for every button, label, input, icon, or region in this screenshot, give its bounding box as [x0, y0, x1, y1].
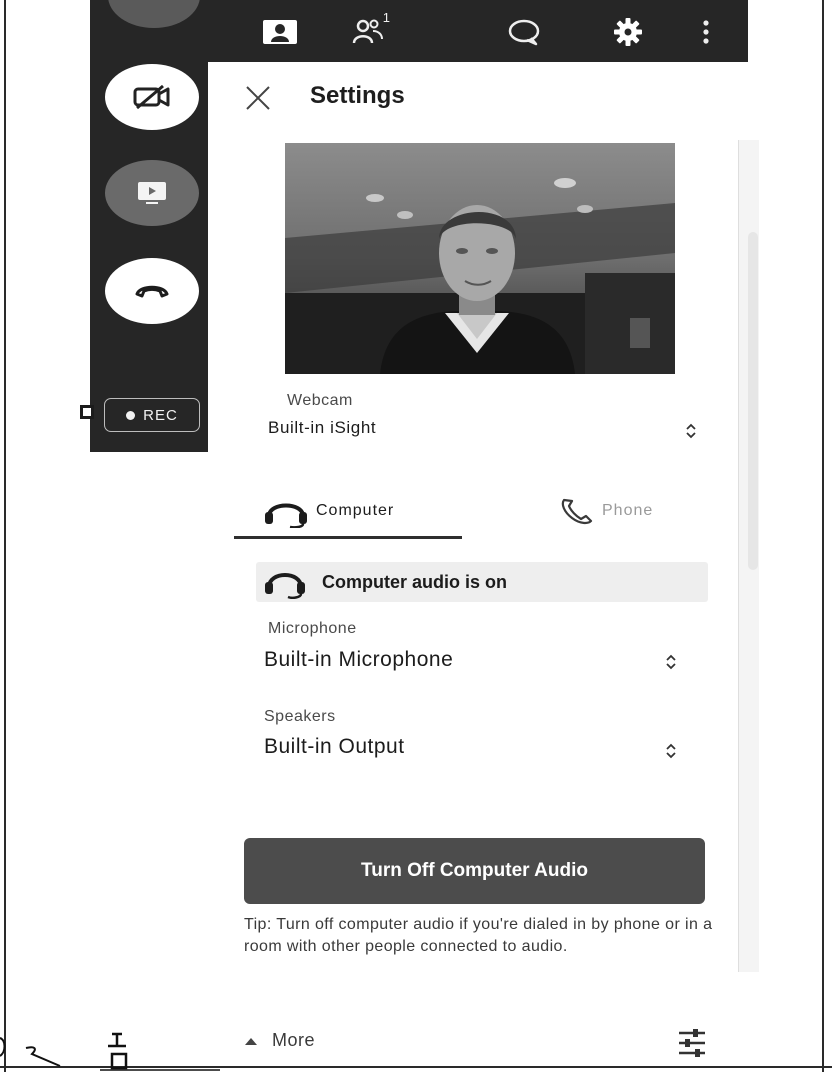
microphone-label: Microphone: [268, 620, 357, 637]
sliders-icon[interactable]: [676, 1026, 708, 1060]
caret-up-icon: [245, 1037, 257, 1045]
close-icon: [246, 86, 270, 110]
headset-status-icon: [265, 573, 305, 599]
record-button[interactable]: REC: [104, 398, 200, 432]
record-label: REC: [143, 406, 178, 424]
frame-line-right: [822, 0, 824, 1072]
share-screen-button[interactable]: [105, 160, 199, 226]
video-off-icon: [133, 84, 170, 110]
hangup-button[interactable]: [105, 258, 199, 324]
participants-button[interactable]: 1: [348, 10, 390, 50]
record-dot-icon: [126, 410, 136, 420]
tab-phone[interactable]: Phone: [558, 496, 653, 526]
tab-computer-label: Computer: [316, 502, 395, 519]
webcam-preview: [285, 143, 675, 374]
record-handle[interactable]: [80, 405, 94, 419]
speakers-chevron-icon[interactable]: [664, 740, 678, 762]
microphone-chevron-icon[interactable]: [664, 651, 678, 673]
participants-count: 1: [382, 10, 390, 25]
chat-button[interactable]: [504, 14, 544, 50]
more-vertical-icon: [703, 20, 709, 44]
scan-artifact-marks: [0, 1032, 220, 1071]
phone-icon: [561, 498, 593, 525]
audio-status-text: Computer audio is on: [322, 571, 508, 592]
webcam-select[interactable]: Built-in iSight: [268, 418, 376, 438]
share-screen-icon: [138, 182, 166, 204]
computer-audio-status: Computer audio is on: [256, 562, 708, 602]
settings-title: Settings: [310, 82, 405, 109]
webcam-preview-image: [285, 143, 675, 374]
person-button[interactable]: [260, 14, 300, 50]
microphone-select[interactable]: Built-in Microphone: [264, 648, 453, 672]
settings-button[interactable]: [608, 14, 648, 50]
close-settings-button[interactable]: [244, 84, 272, 112]
speakers-label: Speakers: [264, 708, 336, 725]
hangup-icon: [135, 285, 169, 298]
headset-icon: [265, 503, 307, 528]
tab-phone-label: Phone: [602, 502, 654, 519]
chat-icon: [508, 19, 540, 46]
more-options-button[interactable]: [686, 14, 726, 50]
frame-line-left: [4, 0, 6, 1072]
gear-icon: [614, 18, 642, 46]
tab-active-indicator: [234, 536, 462, 539]
person-icon: [263, 20, 297, 44]
participants-icon: [352, 19, 383, 44]
webcam-label: Webcam: [287, 392, 353, 409]
more-toggle[interactable]: More: [244, 1030, 315, 1051]
tab-computer[interactable]: Computer: [262, 494, 394, 528]
tip-text: Tip: Turn off computer audio if you're d…: [244, 916, 713, 955]
more-label: More: [272, 1030, 316, 1050]
scrollbar-thumb[interactable]: [748, 232, 758, 570]
video-off-button[interactable]: [105, 64, 199, 130]
top-toolbar: 1: [208, 0, 748, 62]
speakers-select[interactable]: Built-in Output: [264, 735, 405, 759]
webcam-chevron-icon[interactable]: [684, 420, 698, 442]
turn-off-computer-audio-button[interactable]: Turn Off Computer Audio: [244, 838, 705, 904]
